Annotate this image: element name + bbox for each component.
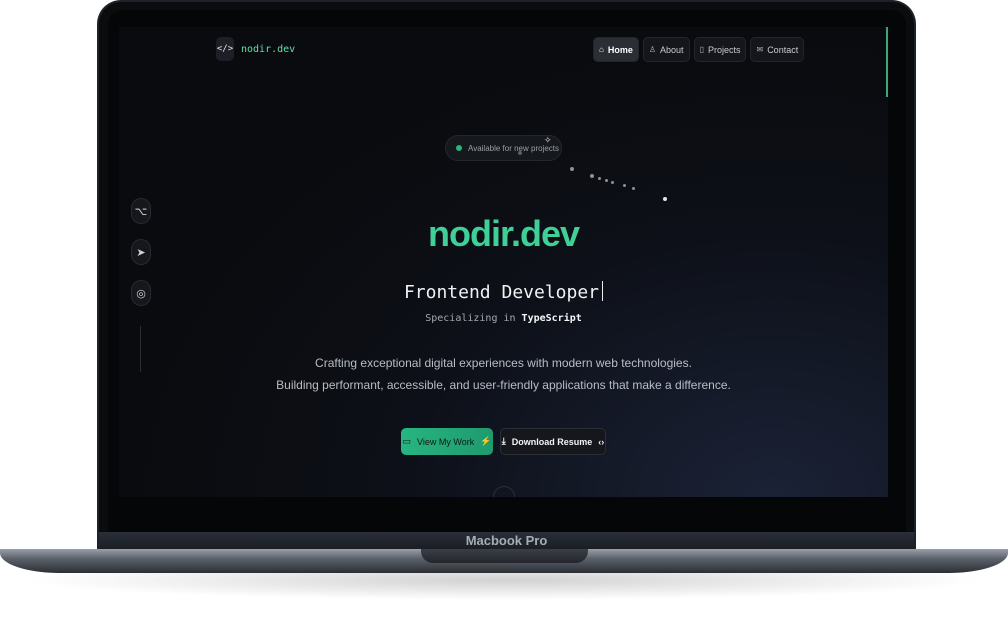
code-icon: </> [216,37,234,61]
hero-description-line-1: Crafting exceptional digital experiences… [315,356,692,370]
particle [611,181,614,184]
particle [632,187,635,190]
hero-description-line-2: Building performant, accessible, and use… [276,378,731,392]
status-dot-icon [456,145,462,151]
briefcase-icon: ▯ [699,45,704,54]
nav-home[interactable]: ⌂ Home [593,37,639,62]
code-brackets-icon: ‹› [598,436,605,447]
typing-cursor [602,281,604,301]
specialization: Specializing in TypeScript [119,313,888,324]
scroll-indicator[interactable] [493,486,515,497]
nav-home-label: Home [607,44,633,55]
spec-highlight: TypeScript [521,313,582,324]
website-screen: </> nodir.dev ⌂ Home ♙ About ▯ Projects … [119,27,888,497]
main-nav: ⌂ Home ♙ About ▯ Projects ✉ Contact [593,37,805,62]
particle [570,167,574,171]
nav-contact-label: Contact [767,44,799,55]
laptop-chin: Macbook Pro [99,532,914,550]
nav-projects[interactable]: ▯ Projects [693,37,747,62]
scroll-progress-bar [886,27,888,97]
user-icon: ♙ [648,45,657,54]
particle [598,177,601,180]
home-icon: ⌂ [599,45,604,54]
nav-about[interactable]: ♙ About [642,37,690,62]
download-resume-button[interactable]: ⤓ Download Resume ‹› [500,428,606,455]
view-my-work-button[interactable]: ▭ View My Work ⚡ [401,428,493,455]
sparkle-icon: ✧ [544,135,552,145]
logo-text: nodir.dev [241,43,296,55]
view-my-work-label: View My Work [417,436,475,447]
spec-prefix: Specializing in [425,313,522,324]
monitor-icon: ▭ [402,436,412,446]
particle [518,151,522,155]
nav-projects-label: Projects [707,44,741,55]
mail-icon: ✉ [756,45,764,54]
role-text: Frontend Developer [403,282,600,303]
particle [605,179,608,182]
download-icon: ⤓ [501,436,506,446]
particle [623,184,626,187]
download-resume-label: Download Resume [511,436,593,447]
site-logo[interactable]: </> nodir.dev [216,37,295,61]
particle [663,197,667,201]
lightning-icon: ⚡ [480,436,492,446]
laptop-notch [421,549,588,563]
hero-title: nodir.dev [427,213,580,254]
device-label: Macbook Pro [465,533,548,548]
nav-about-label: About [660,44,684,55]
particle [590,174,594,178]
role-title: Frontend Developer [119,281,888,303]
nav-contact[interactable]: ✉ Contact [750,37,805,62]
